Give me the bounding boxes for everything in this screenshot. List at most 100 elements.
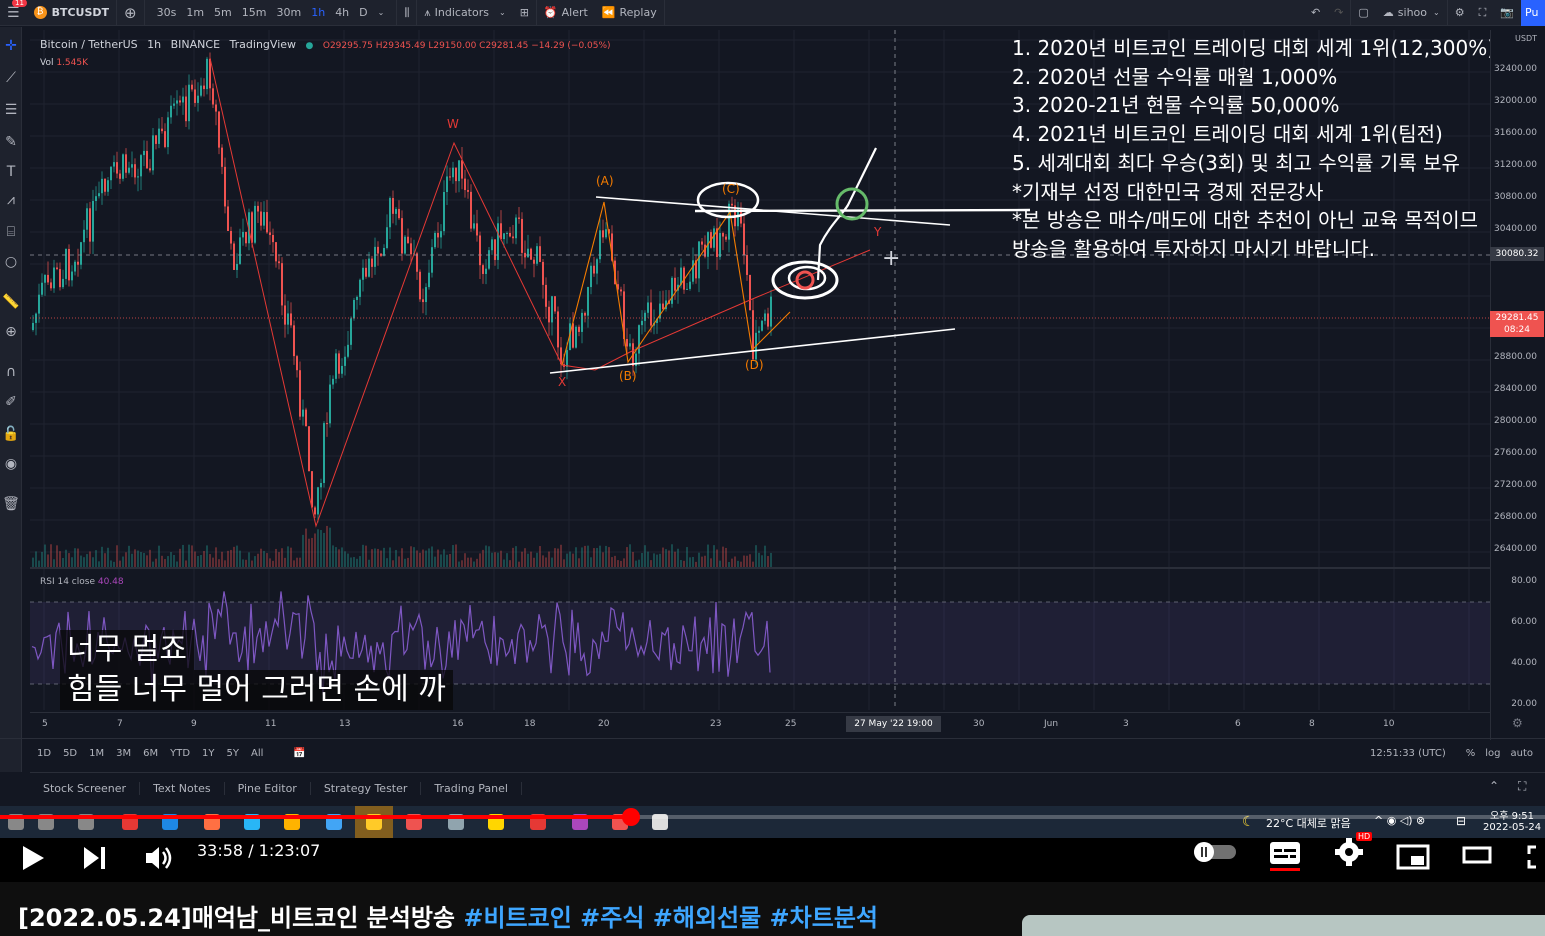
settings-gear-icon[interactable] bbox=[1334, 837, 1366, 867]
timeframe-4h[interactable]: 4h bbox=[335, 6, 349, 19]
timeframe-D[interactable]: D bbox=[359, 6, 367, 19]
vol-value: 1.545K bbox=[56, 58, 89, 68]
chart-type-button[interactable]: ⫼ bbox=[397, 0, 418, 26]
indicators-button[interactable]: ⩚ Indicators ⌄ bbox=[417, 0, 512, 26]
last-price-countdown: 08:24 bbox=[1504, 325, 1530, 335]
trend-line-icon[interactable]: ⟋ bbox=[2, 69, 20, 87]
sidebar-thumbnail[interactable] bbox=[1022, 915, 1545, 936]
range-all[interactable]: All bbox=[251, 748, 263, 759]
timeframe-1h[interactable]: 1h bbox=[311, 6, 325, 19]
undo-button[interactable]: ↶ bbox=[1304, 0, 1327, 26]
range-1y[interactable]: 1Y bbox=[202, 748, 214, 759]
panel-tab[interactable]: Stock Screener bbox=[30, 782, 141, 795]
range-6m[interactable]: 6M bbox=[143, 748, 158, 759]
text-icon[interactable]: T bbox=[2, 163, 20, 181]
alert-button[interactable]: ⏰ Alert bbox=[537, 0, 595, 26]
lock-icon[interactable]: 🔓 bbox=[2, 425, 20, 443]
top-toolbar: ☰ 11 ₿ BTCUSDT ⊕ 30s 1m 5m 15m 30m 1h 4h D ⌄ ⫼ ⩚… bbox=[0, 0, 1545, 26]
miniplayer-icon[interactable] bbox=[1396, 844, 1430, 870]
hd-badge: HD bbox=[1356, 832, 1373, 841]
time-axis[interactable]: 5 7 9 11 13 16 18 20 23 25 30 Jun 3 6 8 10 bbox=[30, 712, 1490, 736]
maximize-panel-icon[interactable]: ⛶ bbox=[1518, 779, 1526, 794]
replay-button[interactable]: ⏪ Replay bbox=[595, 0, 665, 26]
taskbar-clock-date[interactable]: 2022-05-24 bbox=[1483, 822, 1541, 833]
time-tick: 30 bbox=[973, 719, 985, 729]
rsi-label: RSI 14 close bbox=[40, 577, 95, 587]
ruler-icon[interactable]: 📏 bbox=[2, 293, 20, 311]
cloud-layout-button[interactable]: ☁ sihoo ⌄ bbox=[1376, 0, 1448, 26]
collapse-panel-icon[interactable]: ⌃ bbox=[1489, 779, 1499, 793]
fib-icon[interactable]: ☰ bbox=[2, 101, 20, 119]
video-hashtags[interactable]: #비트코인 #주식 #해외선물 #차트분석 bbox=[463, 904, 878, 932]
auto-toggle[interactable]: auto bbox=[1510, 748, 1533, 759]
rsi-legend: RSI 14 close 40.48 bbox=[40, 577, 124, 587]
templates-button[interactable]: ⊞ bbox=[513, 0, 537, 26]
pair-label: Bitcoin / TetherUS bbox=[40, 38, 138, 51]
axis-settings-icon[interactable]: ⚙ bbox=[1512, 716, 1523, 730]
redo-button[interactable]: ↷ bbox=[1327, 0, 1352, 26]
notification-badge: 11 bbox=[12, 0, 27, 7]
note-line: *본 방송은 매수/매도에 대한 추천이 아닌 교육 목적이므 bbox=[1012, 208, 1479, 233]
layout-button[interactable]: ▢ bbox=[1351, 0, 1375, 26]
timeframe-30m[interactable]: 30m bbox=[276, 6, 301, 19]
publish-button[interactable]: Pu bbox=[1521, 0, 1545, 26]
trash-icon[interactable]: 🗑 bbox=[2, 495, 20, 513]
range-5y[interactable]: 5Y bbox=[227, 748, 239, 759]
crosshair-icon[interactable]: ✛ bbox=[2, 37, 20, 55]
volume-icon[interactable] bbox=[144, 844, 174, 872]
time-tick: 18 bbox=[524, 719, 536, 729]
time-tick: 6 bbox=[1235, 719, 1241, 729]
timeframe-15m[interactable]: 15m bbox=[242, 6, 267, 19]
fullscreen-icon[interactable] bbox=[1526, 844, 1545, 870]
prediction-icon[interactable]: ⌸ bbox=[2, 223, 20, 241]
range-1d[interactable]: 1D bbox=[37, 748, 51, 759]
drawing-toolbar: ✛ ⟋ ☰ ✎ T ⩘ ⌸ ○ 📏 ⊕ ∩ ✐ 🔓 ◉ 🗑 bbox=[0, 27, 22, 772]
calendar-icon[interactable]: 📅 bbox=[293, 748, 305, 759]
range-5d[interactable]: 5D bbox=[63, 748, 77, 759]
fullscreen-button[interactable]: ⛶ bbox=[1472, 0, 1494, 26]
square-icon: ▢ bbox=[1358, 6, 1369, 19]
price-axis[interactable]: USDT 32400.00 32000.00 31600.00 31200.00 308… bbox=[1490, 30, 1545, 740]
zoom-icon[interactable]: ⊕ bbox=[2, 323, 20, 341]
last-price-label: 29281.45 08:24 bbox=[1490, 311, 1544, 337]
range-3m[interactable]: 3M bbox=[116, 748, 131, 759]
price-tick: 31200.00 bbox=[1494, 160, 1537, 170]
settings-button[interactable]: ⚙ bbox=[1448, 0, 1472, 26]
eye-icon[interactable]: ◉ bbox=[2, 455, 20, 473]
timeframe-30s[interactable]: 30s bbox=[157, 6, 177, 19]
video-title[interactable]: [2022.05.24]매억남_비트코인 분석방송 #비트코인 #주식 #해외선… bbox=[18, 898, 878, 933]
shape-icon[interactable]: ○ bbox=[2, 253, 20, 271]
brush-icon[interactable]: ✎ bbox=[2, 133, 20, 151]
panel-tab[interactable]: Strategy Tester bbox=[311, 782, 422, 795]
lock-drawings-icon[interactable]: ✐ bbox=[2, 393, 20, 411]
range-1m[interactable]: 1M bbox=[89, 748, 104, 759]
theater-mode-icon[interactable] bbox=[1462, 844, 1492, 868]
panel-tab[interactable]: Text Notes bbox=[140, 782, 225, 795]
captions-icon[interactable] bbox=[1268, 840, 1302, 872]
pattern-icon[interactable]: ⩘ bbox=[2, 191, 20, 209]
log-toggle[interactable]: log bbox=[1485, 748, 1500, 759]
magnet-icon[interactable]: ∩ bbox=[2, 363, 20, 381]
note-line: 1. 2020년 비트코인 트레이딩 대회 세계 1위(12,300%) bbox=[1012, 36, 1496, 60]
price-tick: 31600.00 bbox=[1494, 128, 1537, 138]
autoplay-toggle[interactable] bbox=[1192, 841, 1238, 863]
plus-circle-icon: ⊕ bbox=[124, 3, 137, 22]
percent-toggle[interactable]: % bbox=[1466, 748, 1476, 759]
snapshot-button[interactable]: 📷 bbox=[1493, 0, 1521, 26]
panel-tab[interactable]: Trading Panel bbox=[421, 782, 522, 795]
timeframe-5m[interactable]: 5m bbox=[214, 6, 232, 19]
range-ytd[interactable]: YTD bbox=[170, 748, 190, 759]
time-tick: 3 bbox=[1123, 719, 1129, 729]
play-icon[interactable] bbox=[20, 844, 46, 872]
next-icon[interactable] bbox=[82, 844, 108, 872]
symbol-search[interactable]: ₿ BTCUSDT bbox=[27, 0, 118, 26]
menu-button[interactable]: ☰ 11 bbox=[0, 0, 27, 26]
timeframe-1m[interactable]: 1m bbox=[186, 6, 204, 19]
panel-tab[interactable]: Pine Editor bbox=[225, 782, 311, 795]
compare-button[interactable]: ⊕ bbox=[117, 0, 145, 26]
utc-clock[interactable]: 12:51:33 (UTC) bbox=[1370, 748, 1446, 759]
time-tick: 20 bbox=[598, 719, 610, 729]
chevron-down-icon[interactable]: ⌄ bbox=[378, 8, 385, 17]
video-player[interactable]: { "topbar": { "symbol": "BTCUSDT", "time… bbox=[0, 0, 1545, 936]
camera-icon: 📷 bbox=[1500, 6, 1514, 19]
